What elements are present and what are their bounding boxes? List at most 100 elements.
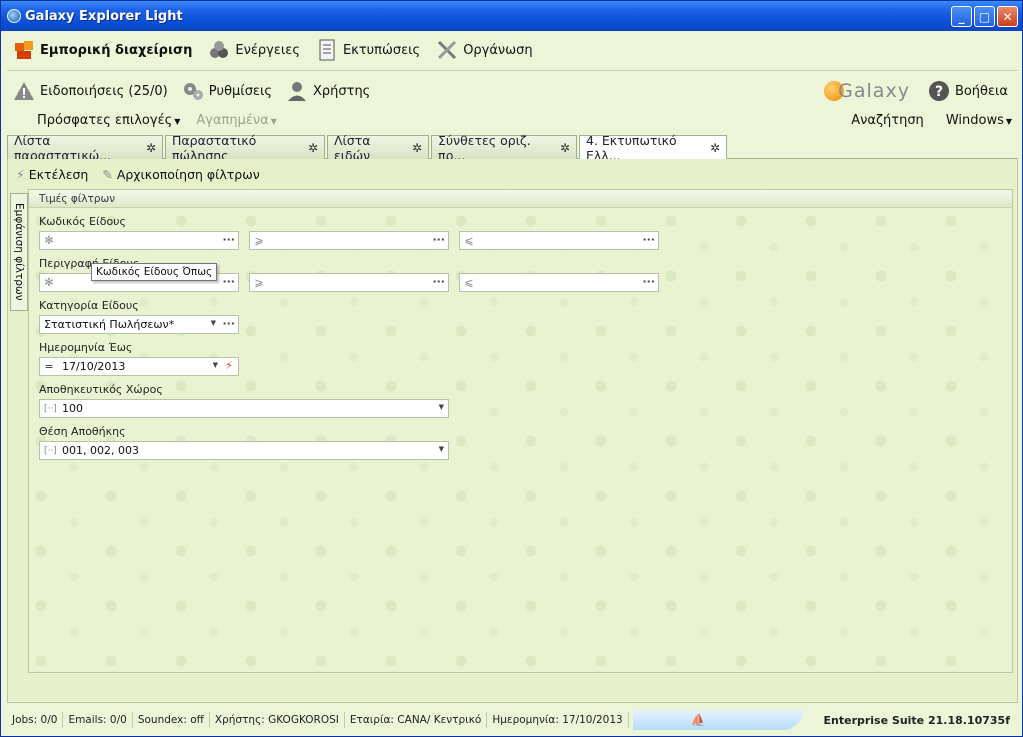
item-desc-to-input[interactable]: ⩽ ···: [459, 273, 659, 292]
menu-label: Εκτυπώσεις: [342, 42, 421, 58]
date-to-value: 17/10/2013: [62, 360, 126, 373]
lightning-icon: ⚡: [16, 166, 25, 182]
settings-button[interactable]: Ρυθμίσεις: [182, 80, 272, 102]
ellipsis-icon[interactable]: ···: [432, 275, 445, 288]
tools-icon: [436, 39, 458, 61]
location-label: Θέση Αποθήκης: [39, 425, 126, 438]
category-value: Στατιστική Πωλήσεων*: [44, 318, 175, 331]
tab-item-list[interactable]: Λίστα ειδών ✲: [327, 133, 429, 163]
date-to-label: Ημερομηνία Έως: [39, 341, 133, 354]
category-select[interactable]: Στατιστική Πωλήσεων* ▼ ···: [39, 315, 239, 334]
search-menu[interactable]: Αναζήτηση: [851, 113, 924, 128]
commerce-icon: [13, 39, 35, 61]
item-code-from-input[interactable]: ⩾ ···: [249, 231, 449, 250]
window-title: Galaxy Explorer Light: [25, 8, 183, 24]
clear-date-icon[interactable]: ⚡: [225, 359, 233, 372]
close-tab-icon[interactable]: ✲: [412, 141, 422, 155]
close-tab-icon[interactable]: ✲: [560, 141, 570, 155]
ellipsis-icon[interactable]: ···: [222, 233, 235, 246]
status-decoration: ⛵: [632, 710, 803, 730]
divider: [7, 70, 1018, 71]
minimize-button[interactable]: _: [951, 6, 972, 27]
menu-commerce[interactable]: Εμπορική διαχείριση: [13, 39, 192, 61]
execute-button[interactable]: ⚡ Εκτέλεση: [16, 167, 88, 182]
item-code-like-input[interactable]: ✻ ···: [39, 231, 239, 250]
notifications-label: Ειδοποιήσεις (25/0): [40, 83, 168, 99]
reset-label: Αρχικοποίηση φίλτρων: [116, 166, 260, 182]
equals-operator: =: [44, 360, 54, 373]
chevron-down-icon[interactable]: ▼: [211, 319, 216, 327]
recent-label: Πρόσφατες επιλογές: [37, 112, 173, 128]
gear-icon: [182, 80, 204, 102]
ellipsis-icon[interactable]: ···: [222, 275, 235, 288]
menu-organize[interactable]: Οργάνωση: [436, 39, 533, 61]
filter-toolbar: ⚡ Εκτέλεση ✎ Αρχικοποίηση φίλτρων: [16, 163, 274, 185]
close-tab-icon[interactable]: ✲: [308, 141, 318, 155]
warehouse-label: Αποθηκευτικός Χώρος: [39, 383, 163, 396]
location-select[interactable]: [··] 001, 002, 003 ▼: [39, 441, 449, 460]
main-menu: Εμπορική διαχείριση Ενέργειες Εκτυπώσεις…: [7, 33, 1018, 67]
favorites-menu[interactable]: Αγαπημένα ▼: [196, 113, 277, 128]
status-soundex: Soundex: off: [133, 712, 210, 728]
recent-menu[interactable]: Πρόσφατες επιλογές ▼: [37, 113, 180, 128]
notifications-button[interactable]: Ειδοποιήσεις (25/0): [13, 80, 168, 102]
status-date: Ημερομηνία: 17/10/2013: [487, 712, 629, 728]
help-button[interactable]: ? Βοήθεια: [928, 80, 1008, 102]
ellipsis-icon[interactable]: ···: [642, 233, 655, 246]
status-user: Χρήστης: GKOGKOROSI: [210, 712, 345, 728]
tab-complex-horizontal[interactable]: Σύνθετες οριζ. πρ... ✲: [431, 133, 577, 163]
windows-menu[interactable]: Windows ▼: [946, 113, 1012, 128]
gte-operator: ⩾: [254, 276, 264, 289]
user-label: Χρήστης: [312, 83, 371, 99]
execute-label: Εκτέλεση: [28, 166, 89, 182]
close-button[interactable]: ✕: [997, 6, 1018, 27]
maximize-button[interactable]: □: [974, 6, 995, 27]
show-filters-side-tab[interactable]: Εμφάνιση φίλτρων: [10, 193, 28, 311]
warehouse-select[interactable]: [··] 100 ▼: [39, 399, 449, 418]
user-button[interactable]: Χρήστης: [286, 80, 370, 102]
date-to-input[interactable]: = 17/10/2013 ▼ ⚡: [39, 357, 239, 376]
category-label: Κατηγορία Είδους: [39, 299, 139, 312]
document-tabs: Λίστα παραστατικώ... ✲ Παραστατικό πώληση…: [7, 133, 1018, 163]
chevron-down-icon: ▼: [1005, 116, 1012, 126]
menu-actions[interactable]: Ενέργειες: [208, 39, 300, 61]
title-bar: Galaxy Explorer Light _ □ ✕: [1, 1, 1022, 31]
side-tab-label: Εμφάνιση φίλτρων: [13, 203, 25, 301]
tab-document-list[interactable]: Λίστα παραστατικώ... ✲: [7, 133, 163, 163]
status-emails: Emails: 0/0: [63, 712, 133, 728]
lte-operator: ⩽: [464, 276, 474, 289]
ellipsis-icon[interactable]: ···: [642, 275, 655, 288]
chevron-down-icon[interactable]: ▼: [439, 403, 444, 411]
ellipsis-icon[interactable]: ···: [432, 233, 445, 246]
tab-label: Παραστατικό πώλησης: [172, 132, 257, 163]
tab-label: Λίστα ειδών: [334, 132, 371, 163]
status-suite: Enterprise Suite 21.18.10735f: [823, 713, 1011, 727]
ellipsis-icon[interactable]: ···: [222, 317, 235, 330]
status-bar: Jobs: 0/0 Emails: 0/0 Soundex: off Χρήστ…: [7, 709, 1018, 731]
reset-filters-button[interactable]: ✎ Αρχικοποίηση φίλτρων: [102, 167, 259, 182]
filter-values-panel: Τιμές φίλτρων Κωδικός Είδους ✻ ··· ⩾ ···…: [28, 189, 1013, 673]
chevron-down-icon: ▼: [270, 116, 277, 126]
tab-label: Λίστα παραστατικώ...: [14, 132, 112, 163]
eraser-icon: ✎: [102, 166, 113, 182]
tab-print-report[interactable]: 4. Εκτυπωτικό Ελλ... ✲: [579, 133, 727, 163]
tab-sales-document[interactable]: Παραστατικό πώλησης ✲: [165, 133, 325, 163]
favorites-label: Αγαπημένα: [196, 112, 269, 128]
lte-operator: ⩽: [464, 234, 474, 247]
list-icon: [··]: [44, 445, 57, 456]
item-desc-from-input[interactable]: ⩾ ···: [249, 273, 449, 292]
warehouse-value: 100: [62, 402, 83, 415]
item-code-to-input[interactable]: ⩽ ···: [459, 231, 659, 250]
chevron-down-icon[interactable]: ▼: [439, 445, 444, 453]
location-value: 001, 002, 003: [62, 444, 139, 457]
tab-label: Σύνθετες οριζ. πρ...: [438, 132, 531, 163]
help-label: Βοήθεια: [954, 83, 1008, 99]
chevron-down-icon[interactable]: ▼: [213, 361, 218, 369]
help-icon: ?: [928, 80, 950, 102]
print-icon: [316, 39, 338, 61]
chevron-down-icon: ▼: [174, 116, 181, 126]
close-tab-icon[interactable]: ✲: [146, 141, 156, 155]
menu-prints[interactable]: Εκτυπώσεις: [316, 39, 420, 61]
content-area: ⚡ Εκτέλεση ✎ Αρχικοποίηση φίλτρων Εμφάνι…: [7, 159, 1018, 703]
close-tab-icon[interactable]: ✲: [710, 141, 720, 155]
